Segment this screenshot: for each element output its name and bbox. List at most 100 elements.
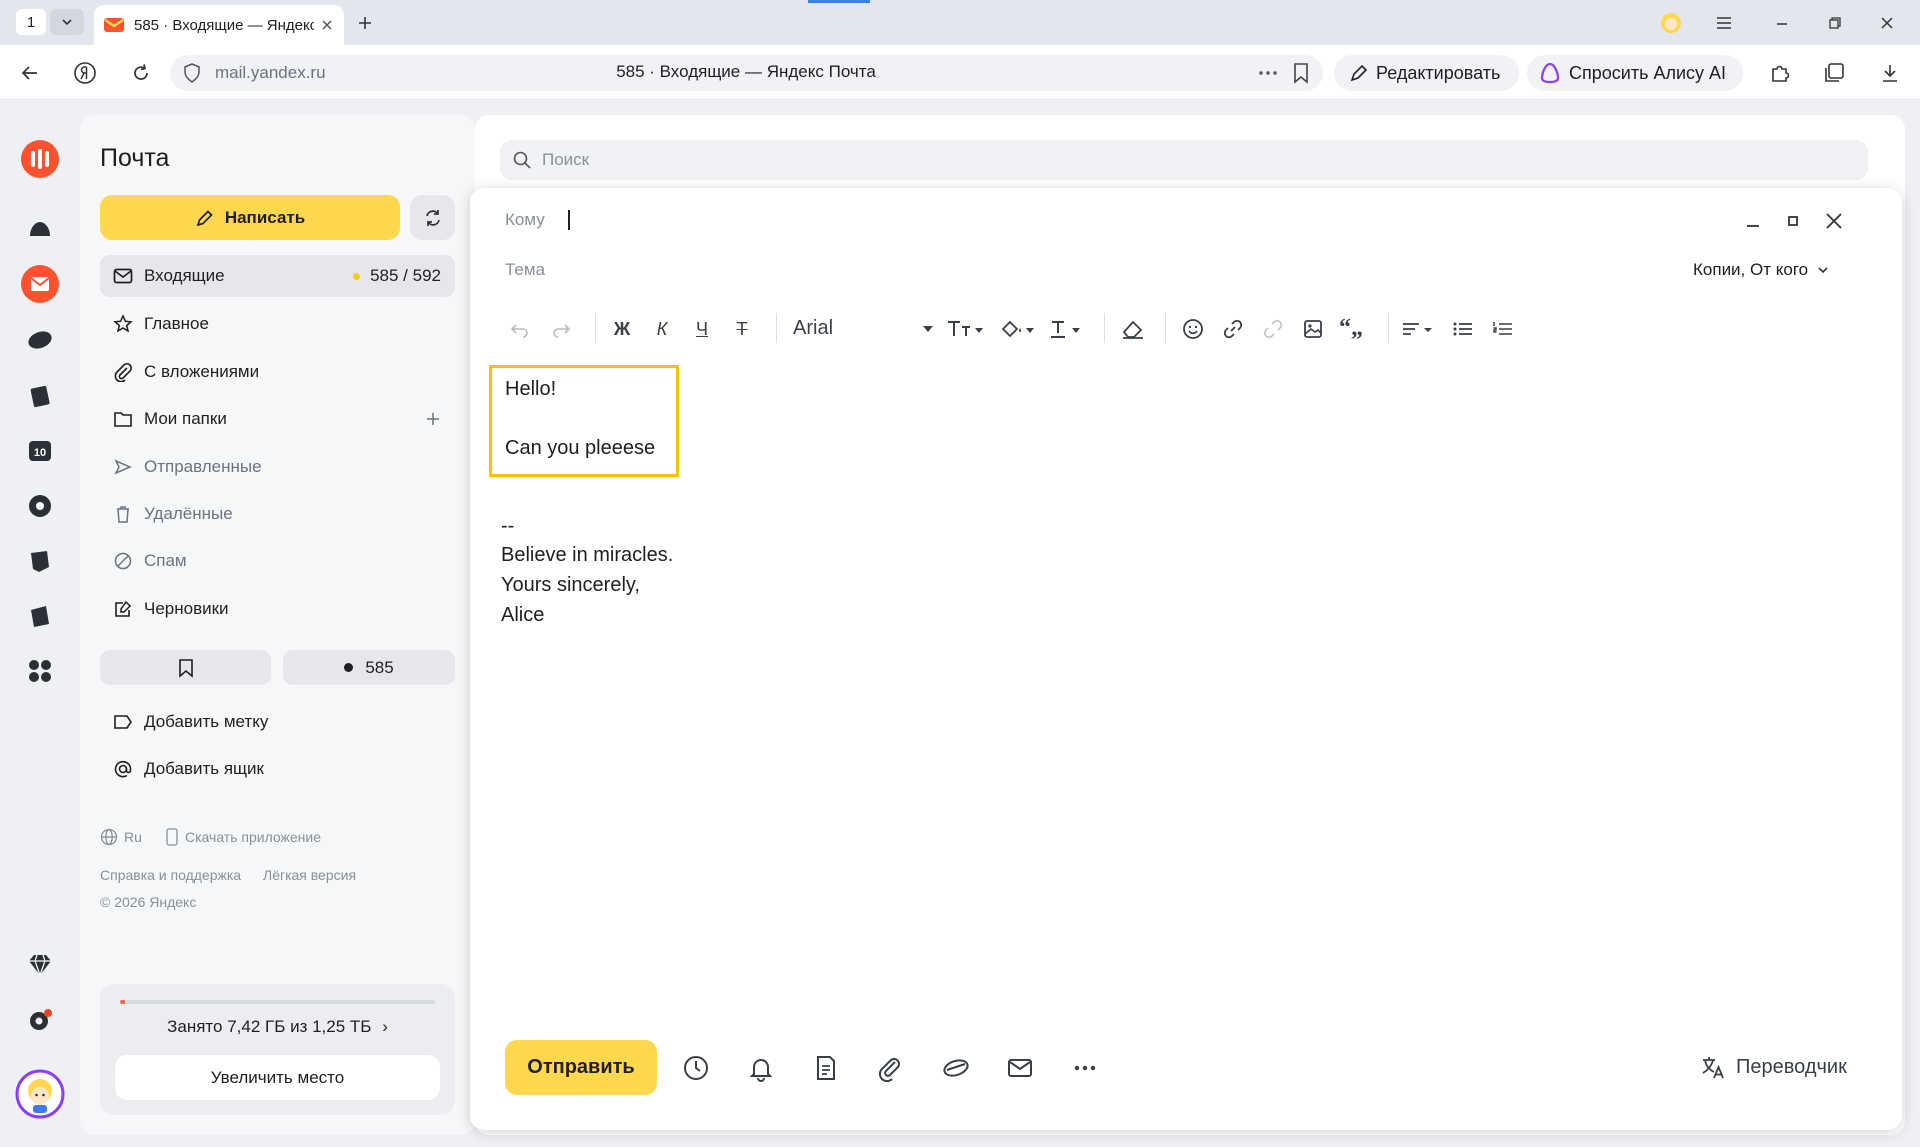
undo-button[interactable] (505, 314, 535, 344)
telemost-icon[interactable] (20, 486, 60, 526)
compose-button[interactable]: Написать (100, 195, 400, 240)
sidebar-item-spam[interactable]: Спам (100, 540, 455, 582)
user-avatar[interactable] (15, 1069, 65, 1119)
underline-button[interactable]: Ч (688, 314, 716, 344)
tab-counter[interactable]: 1 (16, 9, 46, 35)
sidebar-item-inbox[interactable]: Входящие 585 / 592 (100, 255, 455, 297)
translator-button[interactable]: Переводчик (1700, 1054, 1847, 1080)
forms-icon[interactable] (20, 596, 60, 636)
font-size-button[interactable] (946, 314, 986, 344)
sidebar-item-main[interactable]: Главное (100, 303, 455, 345)
subject-field[interactable]: Тема (505, 260, 545, 280)
restore-window-button[interactable] (1821, 10, 1849, 36)
emoji-button[interactable] (1178, 314, 1208, 344)
clear-format-button[interactable] (1118, 314, 1148, 344)
expand-compose-button[interactable] (1784, 212, 1802, 230)
message-body-line[interactable]: Hello! (505, 378, 556, 401)
signature-line[interactable]: Believe in miracles. (501, 544, 673, 567)
new-tab-button[interactable] (352, 10, 378, 36)
browser-menu-button[interactable] (1710, 10, 1738, 36)
restore-icon (1829, 17, 1841, 29)
profile-avatar-small[interactable] (1657, 10, 1685, 36)
lite-version-link[interactable]: Лёгкая версия (263, 867, 356, 883)
text-color-button[interactable] (1048, 314, 1084, 344)
reload-button[interactable] (126, 58, 156, 88)
insert-image-button[interactable] (1298, 314, 1328, 344)
messenger-icon[interactable] (20, 320, 60, 360)
help-link[interactable]: Справка и поддержка (100, 867, 241, 883)
bookmark-icon[interactable] (1292, 62, 1310, 84)
all-services-icon[interactable] (20, 651, 60, 691)
yandex-button[interactable] (70, 58, 100, 88)
mail-service-icon[interactable] (20, 264, 60, 304)
attach-from-disk-button[interactable] (940, 1052, 972, 1084)
reminder-button[interactable] (745, 1052, 777, 1084)
bulleted-list-button[interactable] (1448, 314, 1478, 344)
notes-icon[interactable] (20, 541, 60, 581)
search-input[interactable]: Поиск (500, 140, 1868, 180)
ask-alice-button[interactable]: Спросить Алису AI (1527, 55, 1743, 91)
quote-button[interactable]: “„ (1338, 314, 1368, 344)
active-tab[interactable]: 585 · Входящие — Яндекс Почта (94, 5, 344, 45)
numbered-list-button[interactable] (1488, 314, 1518, 344)
bookmarked-filter-button[interactable] (100, 650, 271, 685)
to-field-input[interactable] (568, 210, 570, 230)
redo-button[interactable] (546, 314, 576, 344)
sidebar-item-attachments[interactable]: С вложениями (100, 351, 455, 393)
close-icon[interactable] (320, 18, 334, 32)
sidebar-item-deleted[interactable]: Удалённые (100, 493, 455, 535)
sidebar-item-my-folders[interactable]: Мои папки (100, 398, 455, 440)
close-window-button[interactable] (1873, 10, 1901, 36)
refresh-button[interactable] (410, 195, 455, 240)
add-label-link[interactable]: Добавить метку (100, 701, 455, 743)
close-compose-button[interactable] (1823, 210, 1845, 232)
spam-icon (112, 550, 134, 572)
disk-icon (943, 1059, 969, 1077)
templates-button[interactable] (810, 1052, 842, 1084)
premium-diamond-icon[interactable] (20, 945, 60, 985)
extensions-button[interactable] (1766, 58, 1796, 88)
minimize-window-button[interactable] (1768, 10, 1796, 36)
strikethrough-button[interactable]: Т (728, 314, 756, 344)
tab-list-button[interactable] (50, 9, 84, 35)
collections-button[interactable] (1820, 58, 1850, 88)
font-family-select[interactable]: Arial (793, 317, 833, 340)
send-button[interactable]: Отправить (505, 1040, 657, 1095)
language-switcher[interactable]: Ru (100, 828, 142, 846)
more-actions-button[interactable] (1069, 1052, 1101, 1084)
cloud-icon[interactable] (20, 210, 60, 250)
signature-line[interactable]: -- (501, 515, 514, 538)
calendar-icon[interactable]: 10 (20, 430, 60, 470)
increase-storage-button[interactable]: Увеличить место (115, 1055, 440, 1100)
settings-gear-icon[interactable] (20, 1000, 60, 1040)
align-button[interactable] (1400, 314, 1436, 344)
storage-usage-text[interactable]: Занято 7,42 ГБ из 1,25 ТБ › (100, 1017, 455, 1037)
copies-from-toggle[interactable]: Копии, От кого (1693, 260, 1830, 280)
add-mailbox-link[interactable]: Добавить ящик (100, 748, 455, 790)
more-options-icon[interactable] (1257, 63, 1279, 83)
signature-line[interactable]: Alice (501, 604, 544, 627)
edit-page-button[interactable]: Редактировать (1334, 55, 1519, 91)
message-body-line[interactable]: Can you pleeese (505, 437, 655, 460)
fill-color-button[interactable] (1000, 314, 1036, 344)
sidebar-item-sent[interactable]: Отправленные (100, 446, 455, 488)
downloads-button[interactable] (1875, 58, 1905, 88)
minimize-compose-button[interactable] (1744, 212, 1762, 230)
font-family-dropdown-icon[interactable] (920, 314, 936, 344)
bold-button[interactable]: Ж (608, 314, 636, 344)
back-button[interactable] (15, 58, 45, 88)
site-security-icon[interactable] (183, 63, 201, 83)
documents-icon[interactable] (20, 375, 60, 415)
download-app-link[interactable]: Скачать приложение (165, 828, 321, 846)
notify-delivery-button[interactable] (1004, 1052, 1036, 1084)
remove-link-button[interactable] (1258, 314, 1288, 344)
sidebar-item-drafts[interactable]: Черновики (100, 588, 455, 630)
unread-filter-button[interactable]: 585 (283, 650, 455, 685)
insert-link-button[interactable] (1218, 314, 1248, 344)
attach-file-button[interactable] (874, 1052, 906, 1084)
schedule-send-button[interactable] (680, 1052, 712, 1084)
yandex-360-logo-icon[interactable] (20, 139, 60, 179)
signature-line[interactable]: Yours sincerely, (501, 574, 640, 597)
italic-button[interactable]: К (648, 314, 676, 344)
add-folder-plus-icon[interactable] (425, 411, 441, 427)
